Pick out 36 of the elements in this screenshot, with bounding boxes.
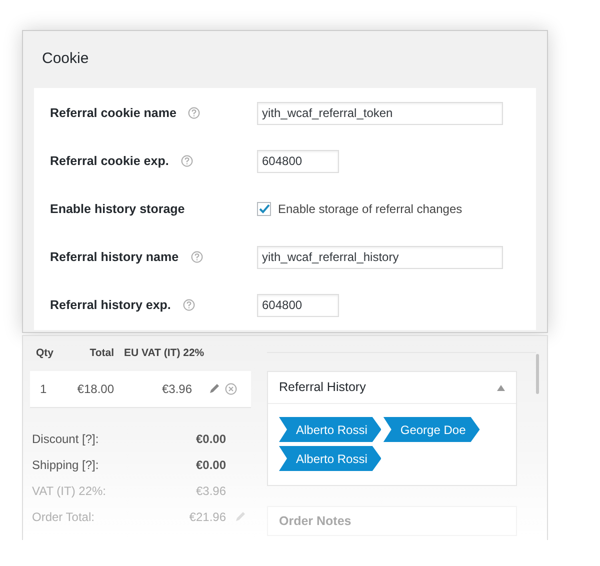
text-field[interactable]: 604800 <box>257 294 339 316</box>
total-label: VAT (IT) 22%: <box>31 483 108 500</box>
text-field[interactable]: yith_wcaf_referral_history <box>257 246 503 268</box>
pencil-icon[interactable] <box>208 383 220 395</box>
panel-title: Cookie <box>42 49 89 70</box>
field-label: Referral history name <box>50 248 179 266</box>
referral-tag: Alberto Rossi <box>279 417 382 442</box>
remove-icon[interactable] <box>225 383 237 395</box>
referral-tag: Alberto Rossi <box>279 446 382 471</box>
total-value: €21.96 <box>188 509 226 526</box>
text-field[interactable]: yith_wcaf_referral_token <box>257 102 503 124</box>
column-header: EU VAT (IT) 22% <box>124 346 204 361</box>
checkbox-label: Enable storage of referral changes <box>278 201 462 218</box>
total-label: Shipping [?]: <box>31 457 100 474</box>
field-label: Enable history storage <box>50 200 185 218</box>
total-label: Order Total: <box>31 509 96 526</box>
total-value: €0.00 <box>194 457 226 474</box>
total-value: €0.00 <box>194 431 226 448</box>
field-label: Referral history exp. <box>50 296 171 314</box>
table-cell-text: 1 <box>39 381 48 398</box>
referral-tag: George Doe <box>383 417 480 442</box>
total-label: Discount [?]: <box>31 431 100 448</box>
text-field[interactable]: 604800 <box>257 150 339 172</box>
box-title: Order Notes <box>279 512 352 530</box>
table-cell-text: €3.96 <box>160 381 192 398</box>
field-label: Referral cookie exp. <box>50 152 169 170</box>
checkmark-icon <box>258 204 270 214</box>
column-header: Qty <box>35 346 55 361</box>
column-header: Total <box>88 346 114 361</box>
field-label: Referral cookie name <box>50 104 176 122</box>
checkbox[interactable] <box>257 202 271 216</box>
collapse-toggle-icon[interactable] <box>497 384 505 390</box>
total-value: €3.96 <box>194 483 226 500</box>
box-title: Referral History <box>279 379 366 396</box>
table-cell-text: €18.00 <box>76 381 114 398</box>
scrollbar <box>536 354 539 394</box>
